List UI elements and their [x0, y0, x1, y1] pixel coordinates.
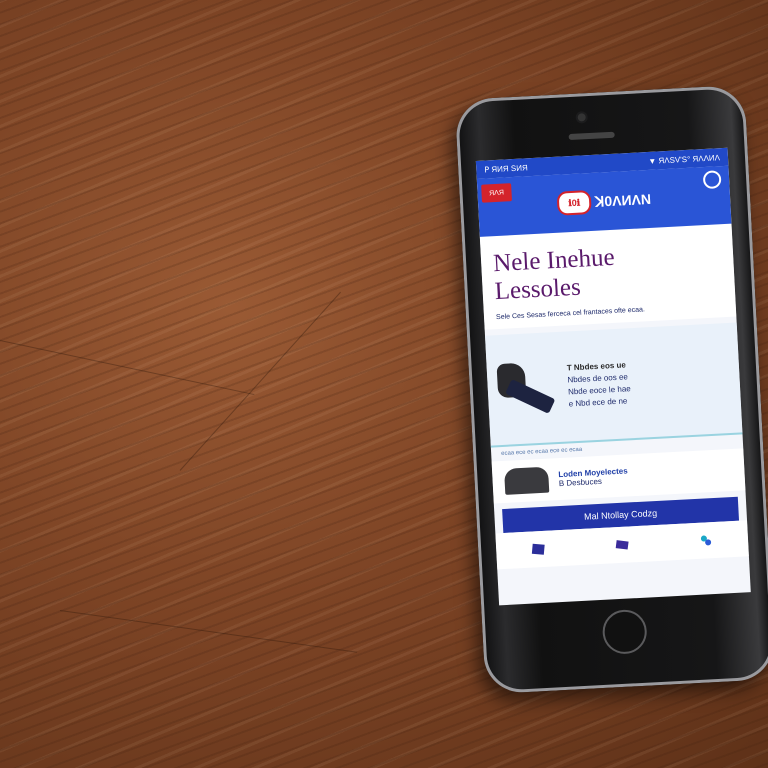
wood-crack: [0, 340, 255, 396]
smartphone: ꓑ ЯИЯ ЅИЯ ▼ ЯΛЅV'S° ЯΛΛИΛ ЯΛЯ ℹ0ℹ ꓘ0ΛИΛΝ…: [454, 84, 768, 695]
tab-icon-2[interactable]: [615, 537, 630, 552]
home-button[interactable]: [601, 608, 648, 655]
course-thumbnail: [504, 466, 550, 495]
wood-crack: [59, 610, 358, 653]
logo-text: ꓘ0ΛИΛΝ: [594, 190, 652, 210]
profile-icon[interactable]: [702, 170, 722, 190]
tab-icon-1[interactable]: [531, 542, 546, 557]
app-logo: ℹ0ℹ ꓘ0ΛИΛΝ: [556, 187, 652, 216]
hero-section: Nele Inehue Lessoles Sele Ces Sesas ferc…: [479, 223, 737, 330]
status-left: ꓑ ЯИЯ ЅИЯ: [484, 162, 528, 175]
notification-badge[interactable]: ЯΛЯ: [481, 183, 513, 203]
phone-screen: ꓑ ЯИЯ ЅИЯ ▼ ЯΛЅV'S° ЯΛΛИΛ ЯΛЯ ℹ0ℹ ꓘ0ΛИΛΝ…: [475, 147, 751, 606]
feature-card[interactable]: T Nbdes eos ue Nbdes de oos ee Nbde eoce…: [485, 322, 743, 448]
logo-mark: ℹ0ℹ: [556, 190, 592, 216]
hero-title: Nele Inehue Lessoles: [493, 238, 724, 306]
hero-subtitle: Sele Ces Sesas ferceca cel frantaces oft…: [495, 306, 646, 322]
tab-icon-3[interactable]: [699, 533, 714, 548]
status-right: ▼ ЯΛЅV'S° ЯΛΛИΛ: [648, 152, 721, 166]
feature-line: e Nbd ece de ne: [568, 396, 628, 409]
front-camera-icon: [577, 113, 586, 122]
feature-text: T Nbdes eos ue Nbdes de oos ee Nbde eoce…: [567, 359, 632, 410]
writing-hand-icon: [490, 347, 564, 431]
earpiece-speaker: [568, 131, 615, 141]
wood-crack: [179, 291, 341, 471]
course-text: Loden Moyelectes B Desbuces: [558, 466, 628, 488]
